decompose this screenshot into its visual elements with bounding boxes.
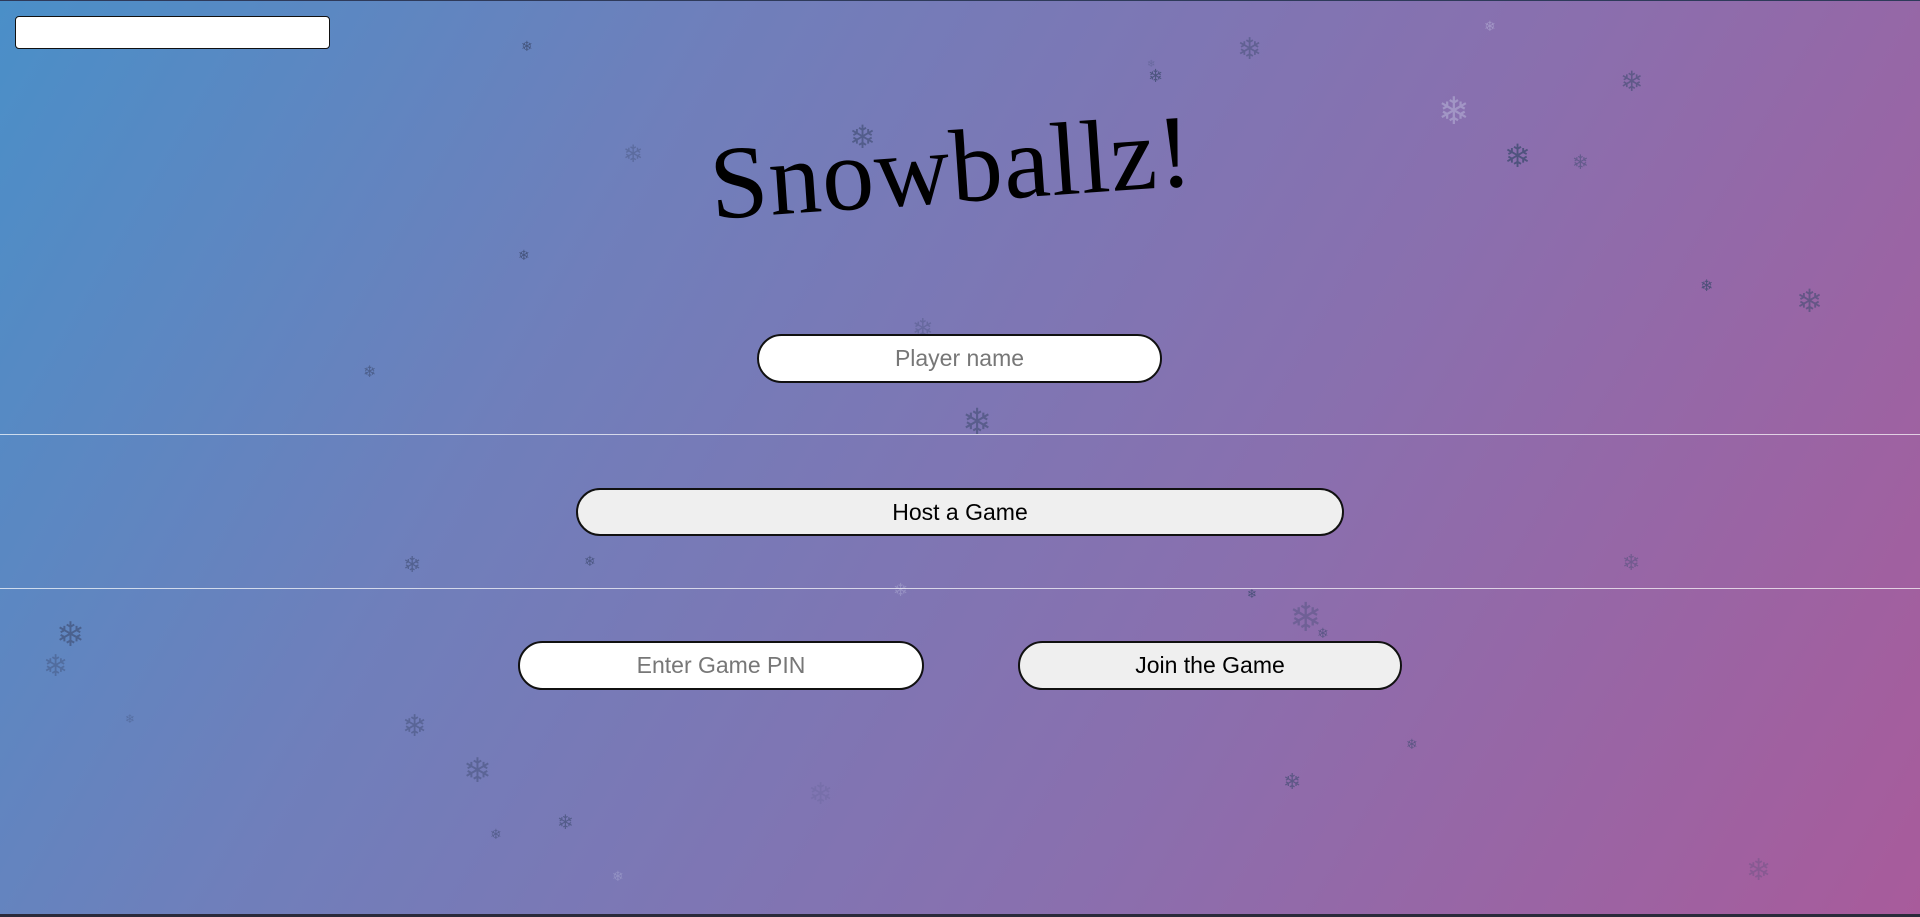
snowflake-icon: ❄ [1317,626,1329,642]
host-game-button[interactable]: Host a Game [576,488,1344,536]
snowflake-icon: ❄ [1700,276,1714,295]
snowflake-icon: ❄ [808,777,834,812]
snowflake-icon: ❄ [518,248,530,264]
top-left-box[interactable] [15,16,330,49]
snowflake-icon: ❄ [1622,551,1641,576]
snowflake-icon: ❄ [56,615,85,655]
snowflake-icon: ❄ [43,649,69,684]
snowflake-icon: ❄ [402,709,428,744]
snowflake-icon: ❄ [1620,65,1644,98]
snowflake-icon: ❄ [1148,66,1164,87]
snowflake-icon: ❄ [612,869,624,885]
page-title: Snowballz! [705,93,1197,242]
snowflake-icon: ❄ [1247,587,1258,601]
snowflake-icon: ❄ [1484,19,1496,35]
snowflake-icon: ❄ [1572,150,1589,174]
snowflake-icon: ❄ [1237,32,1263,67]
game-pin-input[interactable] [518,641,924,690]
snowflake-icon: ❄ [1796,282,1823,320]
snowflake-icon: ❄ [1147,59,1156,70]
snowflake-icon: ❄ [463,751,492,791]
snowflake-icon: ❄ [403,553,422,578]
snowflake-icon: ❄ [584,554,596,570]
snowflake-icon: ❄ [623,140,644,168]
snowflake-icon: ❄ [1406,737,1418,753]
snowflake-icon: ❄ [1283,770,1302,795]
divider [0,588,1920,589]
snowflake-icon: ❄ [962,402,993,443]
top-border [0,0,1920,1]
snowflake-icon: ❄ [521,39,533,55]
snowflake-icon: ❄ [363,362,377,381]
snowflake-icon: ❄ [893,580,909,601]
snowflake-icon: ❄ [125,712,136,726]
snowflake-icon: ❄ [490,827,502,843]
snowflake-icon: ❄ [557,810,574,834]
snowflake-icon: ❄ [1289,595,1323,641]
snowflake-icon: ❄ [1746,853,1772,888]
snowflake-icon: ❄ [1504,137,1531,175]
join-game-button[interactable]: Join the Game [1018,641,1402,690]
snowflake-icon: ❄ [1438,89,1470,133]
divider [0,434,1920,435]
player-name-input[interactable] [757,334,1162,383]
